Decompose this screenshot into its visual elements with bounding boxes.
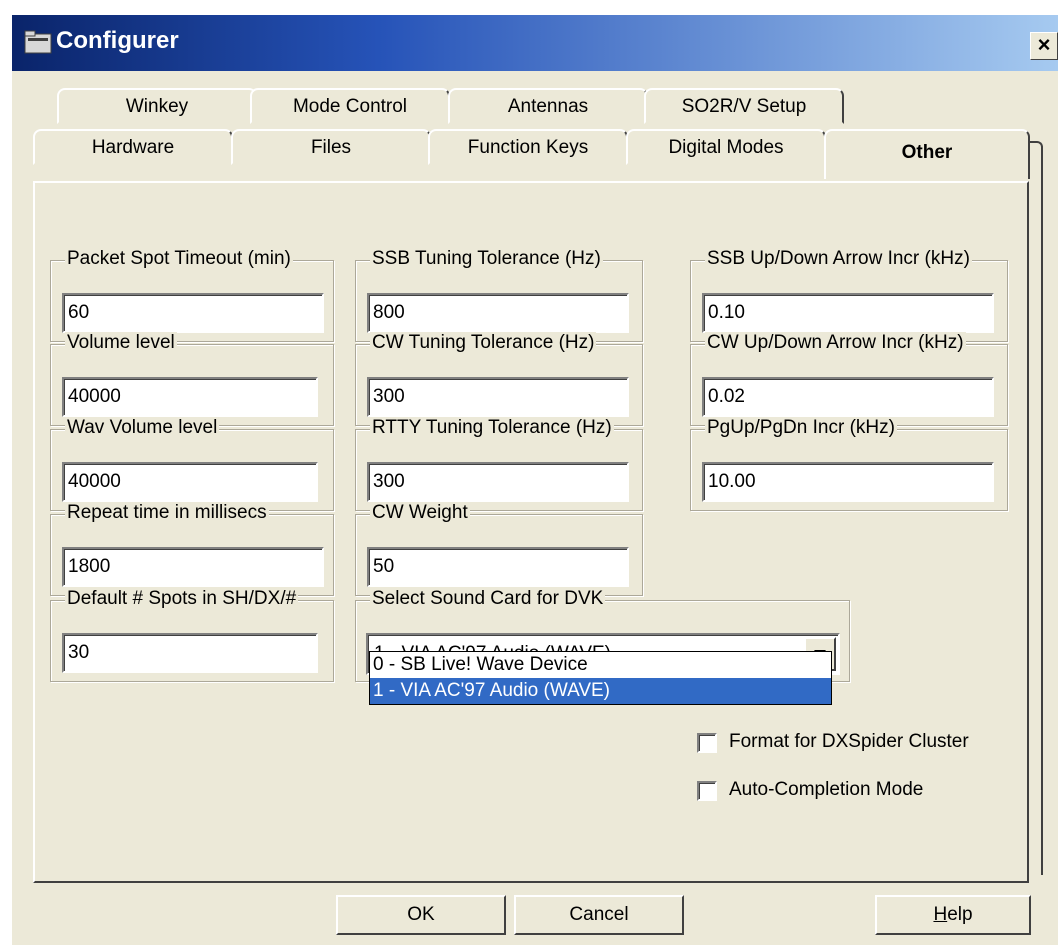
wav-volume-level-input[interactable]: 40000 bbox=[62, 462, 318, 502]
window-title: Configurer bbox=[56, 27, 179, 54]
ssb-arrow-input[interactable]: 0.10 bbox=[702, 293, 994, 333]
group-cw-tuning: CW Tuning Tolerance (Hz) 300 bbox=[355, 332, 643, 426]
autocomplete-checkbox-row[interactable]: Auto-Completion Mode bbox=[697, 779, 997, 805]
tab-panel-other: Packet Spot Timeout (min) 60 Volume leve… bbox=[33, 181, 1029, 883]
panel-shadow bbox=[1029, 141, 1043, 875]
tab-winkey[interactable]: Winkey bbox=[57, 88, 257, 124]
group-ssb-tuning: SSB Tuning Tolerance (Hz) 800 bbox=[355, 248, 643, 342]
autocomplete-checkbox[interactable] bbox=[697, 781, 717, 801]
tab-antennas[interactable]: Antennas bbox=[448, 88, 648, 124]
tab-digital-modes[interactable]: Digital Modes bbox=[626, 129, 826, 165]
sound-card-option-1[interactable]: 1 - VIA AC'97 Audio (WAVE) bbox=[370, 678, 831, 704]
dxspider-checkbox-row[interactable]: Format for DXSpider Cluster bbox=[697, 731, 997, 757]
tab-mode-control[interactable]: Mode Control bbox=[250, 88, 450, 124]
pgupdn-input[interactable]: 10.00 bbox=[702, 462, 994, 502]
sound-card-dropdown-list: 0 - SB Live! Wave Device 1 - VIA AC'97 A… bbox=[369, 651, 832, 705]
group-rtty-tuning: RTTY Tuning Tolerance (Hz) 300 bbox=[355, 417, 643, 511]
tab-other[interactable]: Other bbox=[824, 129, 1030, 179]
tab-files[interactable]: Files bbox=[231, 129, 431, 165]
group-wav-volume-level: Wav Volume level 40000 bbox=[50, 417, 334, 511]
sound-card-option-0[interactable]: 0 - SB Live! Wave Device bbox=[370, 652, 831, 678]
dxspider-checkbox[interactable] bbox=[697, 733, 717, 753]
ssb-tuning-input[interactable]: 800 bbox=[367, 293, 629, 333]
ok-button[interactable]: OK bbox=[336, 895, 506, 935]
tab-so2r-setup[interactable]: SO2R/V Setup bbox=[644, 88, 844, 124]
group-repeat-time: Repeat time in millisecs 1800 bbox=[50, 502, 334, 596]
cw-weight-input[interactable]: 50 bbox=[367, 547, 629, 587]
group-cw-weight: CW Weight 50 bbox=[355, 502, 643, 596]
tab-function-keys[interactable]: Function Keys bbox=[428, 129, 628, 165]
tab-hardware[interactable]: Hardware bbox=[33, 129, 233, 165]
close-button[interactable]: × bbox=[1030, 32, 1058, 60]
cw-arrow-input[interactable]: 0.02 bbox=[702, 377, 994, 417]
cw-tuning-input[interactable]: 300 bbox=[367, 377, 629, 417]
rtty-tuning-input[interactable]: 300 bbox=[367, 462, 629, 502]
group-pgupdn: PgUp/PgDn Incr (kHz) 10.00 bbox=[690, 417, 1008, 511]
group-cw-arrow: CW Up/Down Arrow Incr (kHz) 0.02 bbox=[690, 332, 1008, 426]
group-packet-spot-timeout: Packet Spot Timeout (min) 60 bbox=[50, 248, 334, 342]
group-ssb-arrow: SSB Up/Down Arrow Incr (kHz) 0.10 bbox=[690, 248, 1008, 342]
group-volume-level: Volume level 40000 bbox=[50, 332, 334, 426]
volume-level-input[interactable]: 40000 bbox=[62, 377, 318, 417]
cancel-button[interactable]: Cancel bbox=[514, 895, 684, 935]
title-bar: Configurer × bbox=[12, 15, 1058, 71]
folder-app-icon bbox=[24, 30, 52, 54]
help-button[interactable]: Help bbox=[875, 895, 1031, 935]
packet-spot-timeout-input[interactable]: 60 bbox=[62, 293, 324, 333]
configurer-window: Configurer × Winkey Mode Control Antenna… bbox=[12, 15, 1058, 945]
default-spots-input[interactable]: 30 bbox=[62, 633, 318, 673]
repeat-time-input[interactable]: 1800 bbox=[62, 547, 324, 587]
group-default-spots: Default # Spots in SH/DX/# 30 bbox=[50, 588, 334, 682]
